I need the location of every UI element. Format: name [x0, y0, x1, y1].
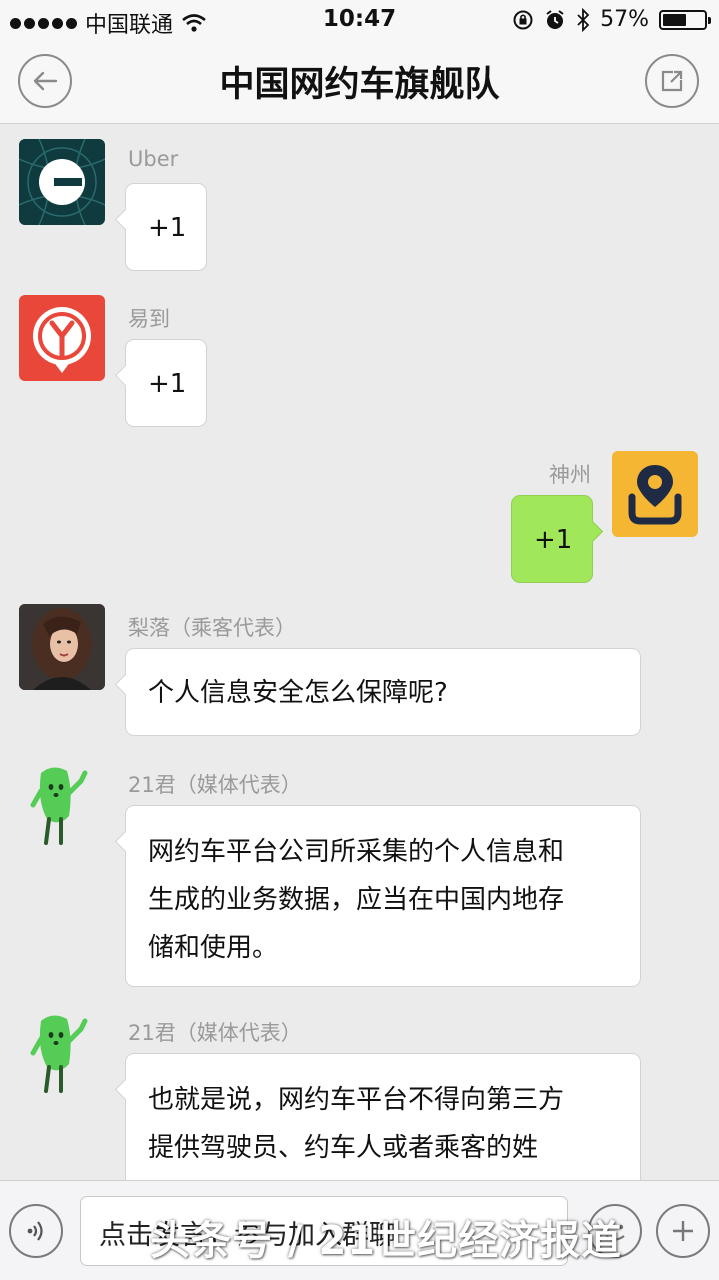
yidao-logo-avatar[interactable] [19, 295, 105, 381]
message-line: 生成的业务数据，应当在中国内地存 [148, 885, 565, 915]
message-bubble[interactable]: 网约车平台公司所采集的个人信息和 生成的业务数据，应当在中国内地存 储和使用。 [125, 805, 641, 987]
rotation-lock-icon [513, 10, 533, 29]
sender-name: 21君（媒体代表） [128, 773, 302, 797]
plus-icon [673, 1221, 693, 1241]
woman-photo-avatar[interactable] [19, 604, 105, 690]
message-text: +1 [148, 213, 187, 243]
battery-percent: 57% [600, 7, 649, 32]
sender-name: 易到 [128, 307, 170, 331]
message-text: +1 [148, 369, 187, 399]
message-bubble[interactable]: 也就是说，网约车平台不得向第三方 提供驾驶员、约车人或者乘客的姓 [125, 1053, 641, 1180]
message-bubble[interactable]: 个人信息安全怎么保障呢? [125, 648, 641, 736]
message-text: 个人信息安全怎么保障呢? [148, 678, 448, 708]
status-bar: 中国联通 10:47 57% [0, 0, 719, 40]
green-mascot-avatar[interactable] [19, 761, 105, 847]
message-bubble[interactable]: +1 [511, 495, 593, 583]
sender-name: Uber [128, 147, 179, 171]
sender-name: 21君（媒体代表） [128, 1021, 302, 1045]
share-button[interactable] [645, 54, 699, 108]
message-bubble[interactable]: +1 [125, 183, 207, 271]
voice-icon [27, 1221, 43, 1241]
bluetooth-icon [577, 7, 590, 32]
shenzhou-logo-avatar[interactable] [612, 451, 698, 537]
message-line: 也就是说，网约车平台不得向第三方 [148, 1085, 565, 1115]
chat-title: 中国网约车旗舰队 [219, 65, 500, 105]
message-text: +1 [534, 525, 573, 555]
chat-area[interactable]: Uber +1 易到 +1 神州 +1 梨落（乘客代表） 个人信息安全怎么保障呢… [0, 125, 719, 1180]
message-bubble[interactable]: +1 [125, 339, 207, 427]
more-button[interactable] [656, 1204, 710, 1258]
status-right: 57% [512, 7, 711, 32]
voice-button[interactable] [9, 1204, 63, 1258]
nav-bar: 中国网约车旗舰队 [0, 40, 719, 124]
battery-icon [659, 9, 711, 30]
watermark: 头条号 / 21世纪经济报道 [150, 1218, 623, 1264]
message-line: 提供驾驶员、约车人或者乘客的姓 [148, 1133, 539, 1163]
message-line: 储和使用。 [148, 933, 279, 963]
share-icon [661, 70, 683, 92]
sender-name: 神州 [549, 463, 591, 487]
green-mascot-avatar[interactable] [19, 1009, 105, 1095]
uber-logo-avatar[interactable] [19, 139, 105, 225]
sender-name: 梨落（乘客代表） [128, 616, 296, 640]
alarm-icon [546, 9, 564, 29]
message-line: 网约车平台公司所采集的个人信息和 [148, 837, 565, 867]
